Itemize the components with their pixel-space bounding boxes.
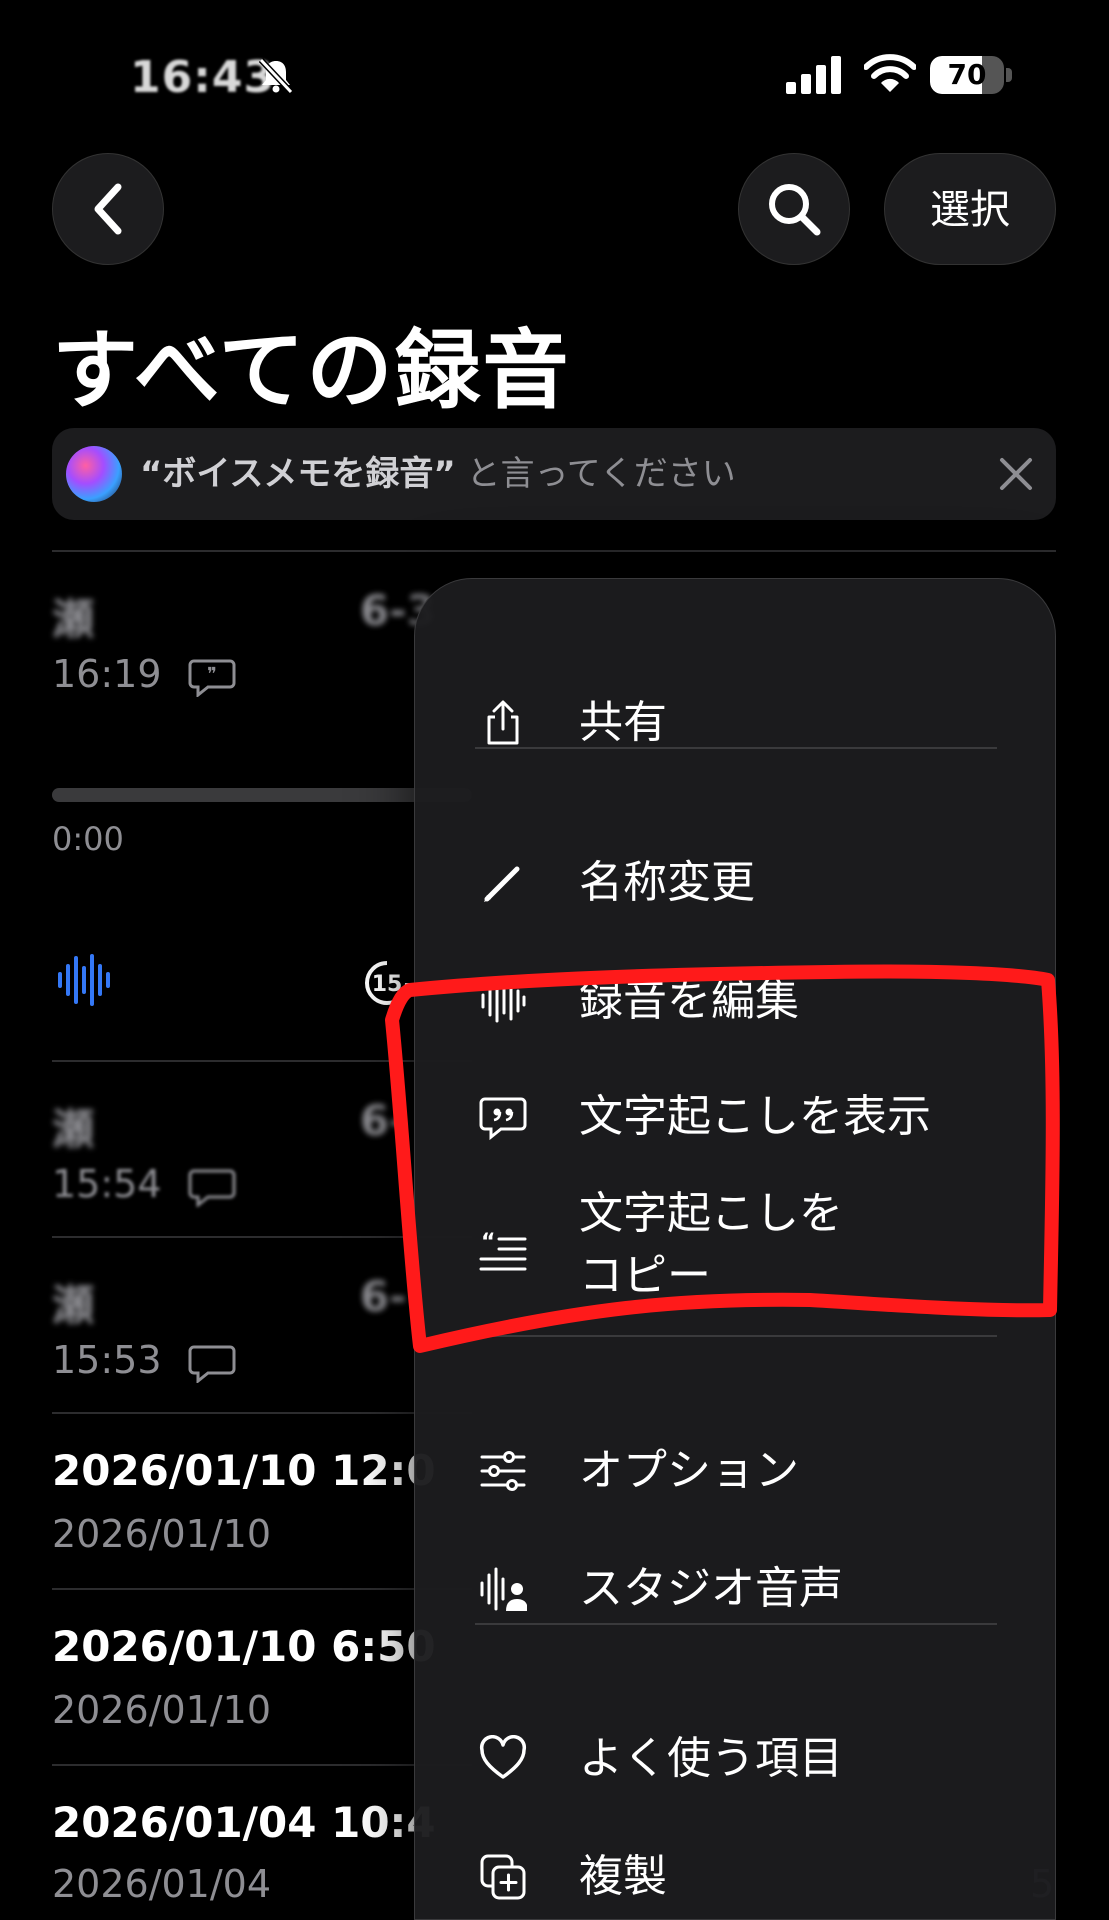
menu-item-label: 複製 [579,1851,667,1902]
menu-divider [475,747,997,749]
menu-item-label: オプション [579,1445,799,1496]
menu-item-edit-recording[interactable]: 録音を編集 [415,951,1057,1051]
elapsed-time: 0:00 [52,820,124,858]
recording-title: 瀬 [52,595,95,644]
wifi-icon [864,54,916,92]
recording-date: 15:54 [52,1162,236,1207]
menu-item-label: 録音を編集 [579,975,799,1026]
status-bar: 16:43 70 [0,0,1109,150]
menu-item-options[interactable]: オプション [415,1421,1057,1521]
siri-suggestion-banner[interactable]: “ボイスメモを録音” と言ってください [52,428,1056,520]
chevron-left-icon [94,183,122,235]
waveform-icon [481,979,526,1023]
bell-slash-icon [258,57,294,95]
recording-title: 瀬 [52,1105,95,1154]
menu-item-label: 名称変更 [579,857,755,908]
divider [52,1060,472,1062]
svg-text:15: 15 [372,972,403,997]
menu-item-show-transcript[interactable]: 文字起こしを表示 [415,1067,1057,1167]
recording-date: 2026/01/04 [52,1862,272,1906]
recording-date: 2026/01/10 [52,1512,272,1556]
heart-icon [479,1735,527,1779]
transcript-icon [188,1169,236,1207]
transcript-icon [188,1345,236,1383]
svg-text:❞: ❞ [207,664,217,685]
recording-title: 瀬 [52,1281,95,1330]
close-icon[interactable] [996,454,1036,494]
divider [52,1588,472,1590]
page-title: すべての録音 [52,321,571,421]
recording-title-fragment: 6- [360,1272,407,1321]
menu-item-share[interactable]: 共有 [415,673,1057,773]
divider [52,1236,472,1238]
select-button[interactable]: 選択 [884,153,1056,265]
waveform-icon[interactable] [56,952,112,1008]
share-icon [487,700,519,745]
battery-percent: 70 [947,58,987,91]
recording-title: 2026/01/10 6:50 [52,1622,436,1671]
sliders-icon [480,1451,526,1491]
menu-item-label: よく使う項目 [579,1733,843,1784]
transcript-bubble-icon [479,1097,527,1141]
back-button[interactable] [52,153,164,265]
menu-item-copy-transcript[interactable]: “ 文字起こしを コピー [415,1188,1057,1325]
recording-date: 2026/01/10 [52,1688,272,1732]
menu-item-label: 文字起こしを表示 [579,1091,931,1142]
battery-indicator: 70 [930,56,1012,94]
voice-person-icon [480,1567,527,1611]
menu-item-duplicate[interactable]: 複製 [415,1827,1057,1920]
duplicate-icon [480,1854,526,1900]
recording-title: 2026/01/04 10:4 [52,1798,436,1847]
transcript-icon: ❞ [188,659,236,697]
divider [52,1412,472,1414]
siri-suggestion-text: “ボイスメモを録音” と言ってください [140,454,736,494]
context-menu: 共有 名称変更 録音を編集 文字起こしを表示 “ 文字起こしを コピー オプショ… [414,578,1056,1920]
divider [52,550,1056,552]
cellular-signal-icon [786,56,841,94]
menu-item-favorites[interactable]: よく使う項目 [415,1709,1057,1809]
menu-divider [475,1335,997,1337]
recording-title-fragment: 6- [360,1096,407,1145]
menu-item-label: 文字起こしを コピー [579,1188,843,1301]
recording-title: 2026/01/10 12:0 [52,1446,436,1495]
menu-item-label: 共有 [579,697,667,748]
divider [52,1764,472,1766]
quote-lines-icon: “ [479,1230,527,1271]
siri-icon [66,446,122,502]
menu-divider [475,1623,997,1625]
svg-text:“: “ [481,1230,495,1255]
search-icon [769,184,821,236]
pencil-icon [484,866,520,902]
recording-date: 16:19 ❞ [52,652,236,697]
playback-progress[interactable] [52,788,472,802]
menu-item-rename[interactable]: 名称変更 [415,833,1057,933]
recording-date: 15:53 [52,1338,236,1383]
status-time: 16:43 [130,52,276,103]
skip-back-icon[interactable]: 15 [362,958,412,1008]
search-button[interactable] [738,153,850,265]
